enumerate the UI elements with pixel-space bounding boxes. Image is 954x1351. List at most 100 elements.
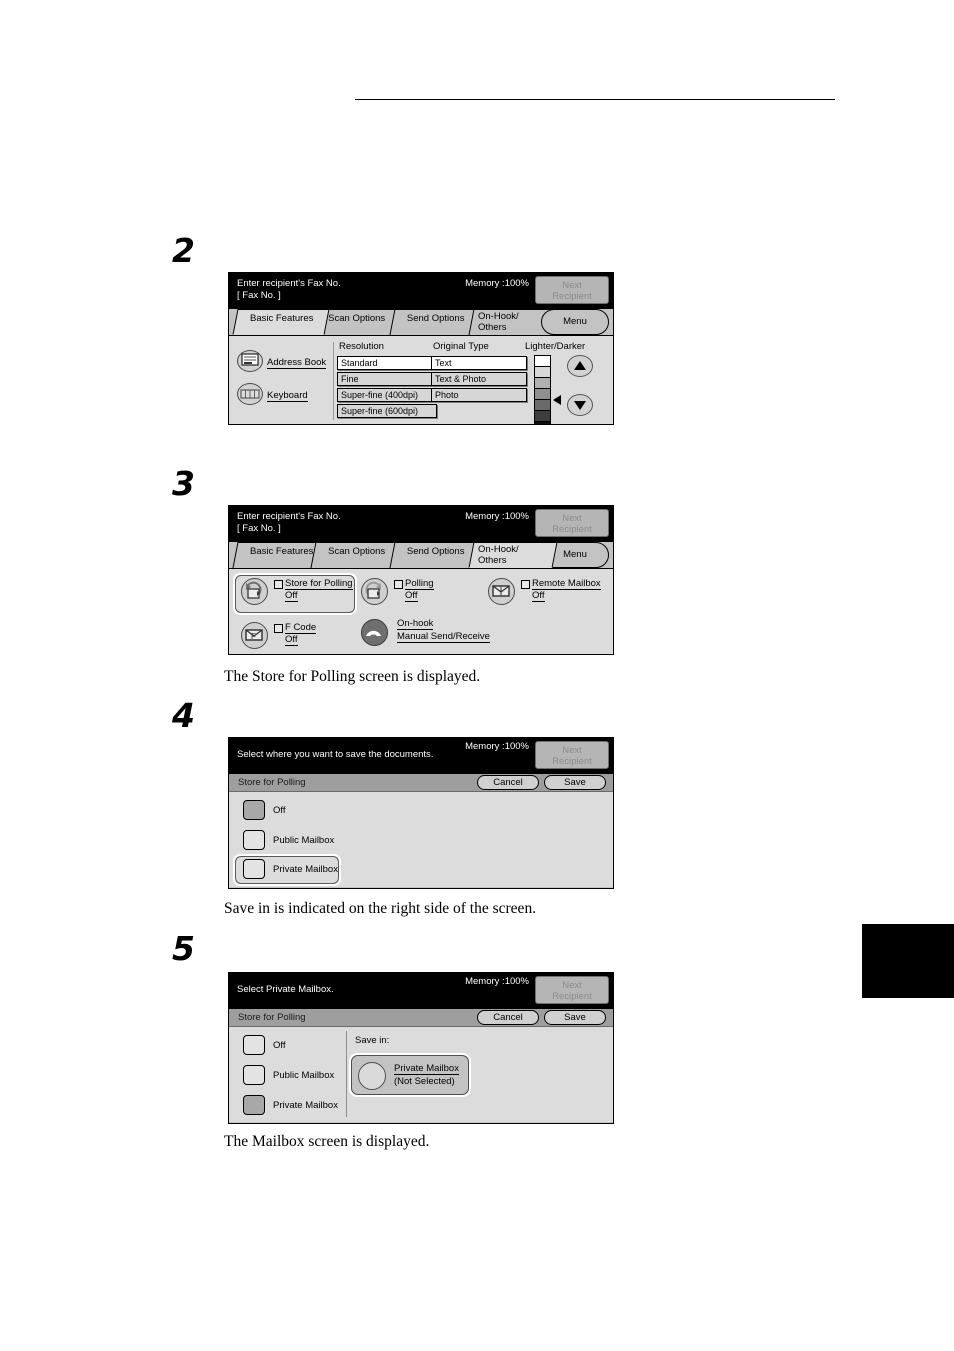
destination-option-public-mailbox[interactable]: Public Mailbox	[243, 830, 363, 852]
step-number-4: 4	[172, 696, 195, 735]
cancel-button-4[interactable]: Cancel	[477, 1010, 539, 1025]
density-up-button[interactable]	[567, 355, 593, 377]
destination-off-label: Off	[273, 805, 286, 816]
destination-off-indicator-4	[243, 1035, 265, 1055]
next-recipient-button-4[interactable]: Next Recipient	[535, 976, 609, 1004]
destination-off-indicator	[243, 800, 265, 820]
select-private-mailbox-screen: Select Private Mailbox. Memory :100% Nex…	[228, 972, 614, 1124]
caption-save-in: Save in is indicated on the right side o…	[224, 900, 537, 917]
address-book-label: Address Book	[267, 357, 327, 369]
destination-option-off-4[interactable]: Off	[243, 1035, 353, 1057]
feature-remote-mailbox[interactable]: Remote Mailbox Off	[488, 578, 608, 608]
on-hook-value: Manual Send/Receive	[397, 631, 490, 643]
polling-checkbox[interactable]	[394, 580, 403, 589]
resolution-option-superfine-400[interactable]: Super-fine (400dpi)	[337, 388, 437, 402]
density-down-button[interactable]	[567, 394, 593, 416]
next-recipient-button-3[interactable]: Next Recipient	[535, 741, 609, 769]
screen3-memory-status: Memory :100%	[465, 741, 529, 752]
caption-mailbox: The Mailbox screen is displayed.	[224, 1133, 430, 1150]
destination-public-indicator-4	[243, 1065, 265, 1085]
next-recipient-button-2[interactable]: Next Recipient	[535, 509, 609, 537]
private-mailbox-card-subtitle: (Not Selected)	[394, 1076, 455, 1087]
feature-f-code[interactable]: F F Code Off	[241, 622, 341, 652]
resolution-option-fine[interactable]: Fine	[337, 372, 437, 386]
on-hook-title: On-hook	[397, 618, 434, 630]
resolution-option-superfine-600[interactable]: Super-fine (600dpi)	[337, 404, 437, 418]
screen3-body: Store for Polling Cancel Save Off Public…	[229, 774, 613, 887]
destination-option-off[interactable]: Off	[243, 800, 363, 822]
destination-off-label-4: Off	[273, 1040, 286, 1051]
screen4-body: Store for Polling Cancel Save Off Public…	[229, 1009, 613, 1122]
destination-public-indicator	[243, 830, 265, 850]
original-type-heading: Original Type	[433, 341, 489, 352]
screen3-prompt: Select where you want to save the docume…	[237, 749, 434, 760]
tab-on-hook-others-2-label: On-Hook/ Others	[478, 544, 519, 566]
screen1-title-bar: Enter recipient's Fax No. [ Fax No. ] Me…	[229, 273, 613, 309]
step-number-3: 3	[172, 464, 195, 503]
original-type-option-text-photo[interactable]: Text & Photo	[431, 372, 527, 386]
private-mailbox-card-border: Private Mailbox (Not Selected)	[351, 1055, 469, 1095]
feature-polling[interactable]: Polling Off	[361, 578, 461, 608]
keyboard-icon[interactable]	[237, 383, 263, 405]
remote-mailbox-icon	[488, 578, 515, 605]
thumb-index-tab	[862, 924, 954, 998]
save-button-4[interactable]: Save	[544, 1010, 606, 1025]
caption-store-for-polling: The Store for Polling screen is displaye…	[224, 668, 481, 685]
screen2-tab-bar: Basic Features Scan Options Send Options…	[229, 542, 613, 569]
screen1-tab-bar: Basic Features Scan Options Send Options…	[229, 309, 613, 336]
tab-basic-features[interactable]: Basic Features	[232, 309, 330, 335]
save-button-3[interactable]: Save	[544, 775, 606, 790]
tab-send-options[interactable]: Send Options	[389, 309, 481, 335]
destination-option-private-mailbox[interactable]: Private Mailbox	[243, 859, 363, 881]
cancel-button-3[interactable]: Cancel	[477, 775, 539, 790]
store-for-polling-icon	[241, 578, 268, 605]
feature-store-for-polling[interactable]: Store for Polling Off	[241, 578, 357, 608]
resolution-option-standard[interactable]: Standard	[337, 356, 437, 370]
destination-public-label: Public Mailbox	[273, 835, 335, 846]
tab-send-options-2-label: Send Options	[406, 546, 465, 557]
screen1-memory-status: Memory :100%	[465, 278, 529, 289]
destination-private-label: Private Mailbox	[273, 864, 338, 875]
f-code-icon: F	[241, 622, 268, 649]
density-indicator-icon	[553, 395, 561, 405]
address-book-icon[interactable]	[237, 350, 263, 372]
store-for-polling-title: Store for Polling	[285, 578, 353, 590]
original-type-option-photo[interactable]: Photo	[431, 388, 527, 402]
remote-mailbox-title: Remote Mailbox	[532, 578, 601, 590]
fax-basic-features-screen: Enter recipient's Fax No. [ Fax No. ] Me…	[228, 272, 614, 425]
destination-private-label-4: Private Mailbox	[273, 1100, 338, 1111]
svg-text:F: F	[251, 632, 256, 641]
tab-menu-label: Menu	[563, 316, 587, 327]
destination-option-private-mailbox-4[interactable]: Private Mailbox	[243, 1095, 353, 1117]
remote-mailbox-checkbox[interactable]	[521, 580, 530, 589]
original-type-option-text[interactable]: Text	[431, 356, 527, 370]
tab-on-hook-others-2[interactable]: On-Hook/ Others	[468, 542, 558, 568]
screen4-prompt: Select Private Mailbox.	[237, 984, 334, 995]
f-code-checkbox[interactable]	[274, 624, 283, 633]
destination-private-indicator-4	[243, 1095, 265, 1115]
destination-option-public-mailbox-4[interactable]: Public Mailbox	[243, 1065, 353, 1087]
screen4-title-bar: Select Private Mailbox. Memory :100% Nex…	[229, 973, 613, 1009]
on-hook-handset-icon	[361, 619, 388, 646]
screen4-memory-status: Memory :100%	[465, 976, 529, 987]
store-for-polling-checkbox[interactable]	[274, 580, 283, 589]
f-code-title: F Code	[285, 622, 317, 634]
tab-send-options-2[interactable]: Send Options	[389, 542, 481, 568]
step-number-2: 2	[172, 231, 195, 270]
step-number-5: 5	[172, 929, 195, 968]
polling-icon	[361, 578, 388, 605]
polling-value: Off	[405, 590, 418, 602]
polling-title: Polling	[405, 578, 434, 590]
tab-scan-options-2[interactable]: Scan Options	[310, 542, 402, 568]
next-recipient-button[interactable]: Next Recipient	[535, 276, 609, 304]
screen1-body: Address Book Keyboard Resolution Standar…	[229, 336, 613, 424]
private-mailbox-card[interactable]: Private Mailbox (Not Selected)	[349, 1053, 471, 1097]
tab-send-options-label: Send Options	[406, 313, 465, 324]
screen2-memory-status: Memory :100%	[465, 511, 529, 522]
arrow-up-icon	[574, 361, 586, 371]
tab-menu[interactable]: Menu	[541, 309, 609, 335]
density-slider[interactable]	[534, 355, 551, 424]
resolution-heading: Resolution	[339, 341, 384, 352]
store-for-polling-value: Off	[285, 590, 298, 602]
feature-on-hook[interactable]: On-hook Manual Send/Receive	[361, 618, 491, 651]
